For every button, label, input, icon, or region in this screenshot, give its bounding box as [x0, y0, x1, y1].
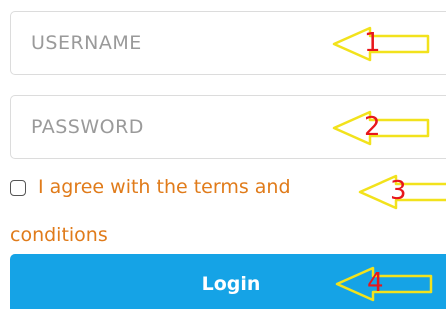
annotation-marker-1: 1: [332, 24, 432, 64]
left-arrow-outline-icon: [335, 266, 433, 302]
annotation-number: 3: [390, 176, 407, 206]
annotation-number: 1: [364, 28, 381, 58]
annotation-marker-4: 4: [335, 264, 435, 304]
password-input[interactable]: [11, 96, 331, 158]
annotation-marker-3: 3: [358, 172, 446, 212]
login-form: I agree with the terms and conditions Lo…: [0, 0, 446, 309]
annotation-number: 2: [364, 112, 381, 142]
username-input[interactable]: [11, 12, 331, 74]
terms-label[interactable]: I agree with the terms and: [38, 176, 291, 198]
left-arrow-outline-icon: [332, 110, 430, 146]
terms-label-continued[interactable]: conditions: [10, 224, 108, 246]
left-arrow-outline-icon: [332, 26, 430, 62]
annotation-marker-2: 2: [332, 108, 432, 148]
terms-checkbox[interactable]: [10, 180, 26, 196]
annotation-number: 4: [367, 268, 384, 298]
